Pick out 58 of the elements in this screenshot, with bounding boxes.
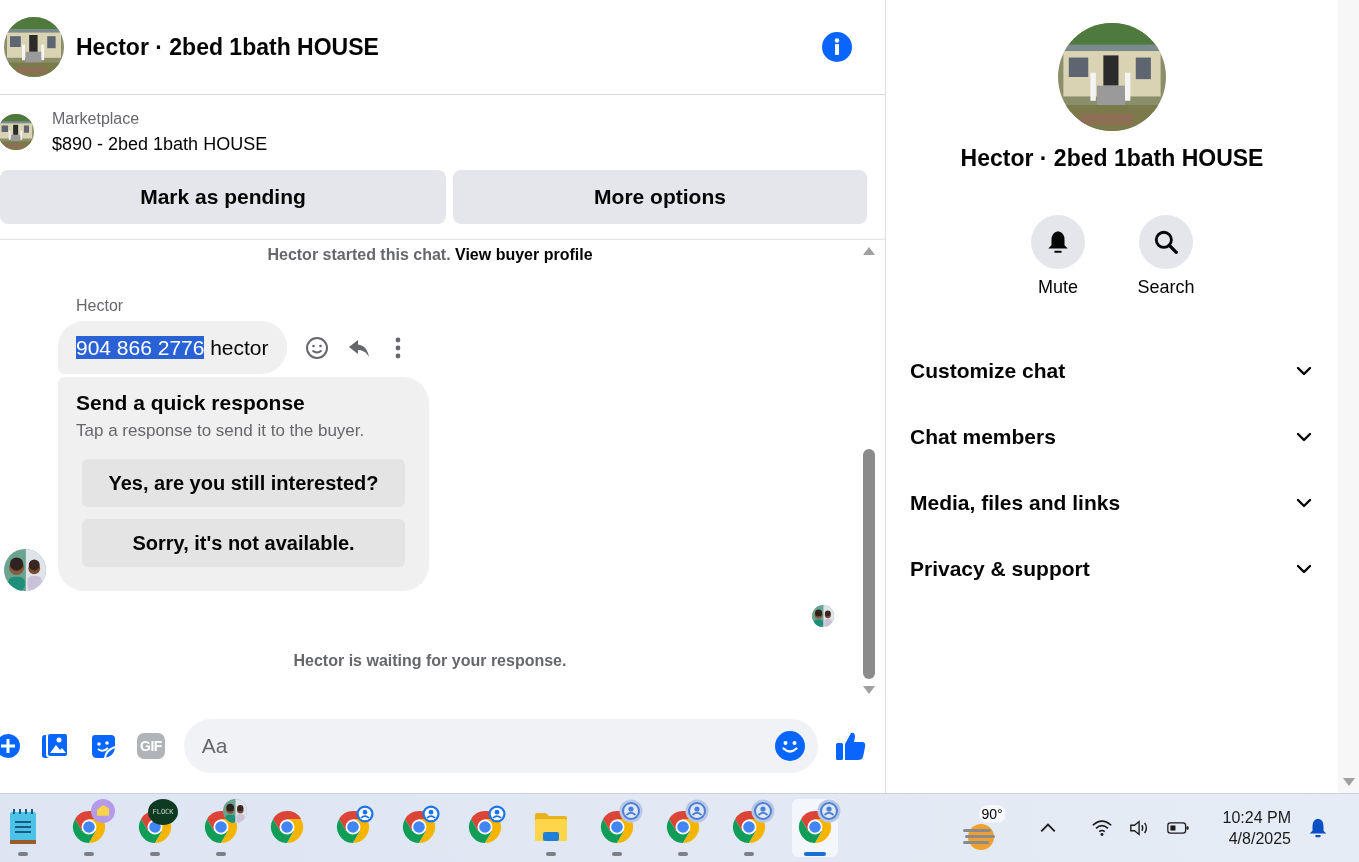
profile-icon [488, 804, 506, 823]
chat-title: Hector · 2bed 1bath HOUSE [76, 33, 380, 61]
clock-date[interactable]: 4/8/2025 [1228, 829, 1291, 848]
emoji-icon[interactable] [774, 731, 805, 761]
listing-action-button[interactable]: More options [453, 170, 867, 224]
message-text: hector [210, 336, 269, 359]
profile-icon [817, 798, 841, 823]
scroll-up-icon[interactable] [862, 246, 876, 256]
buyer-profile-link[interactable]: View buyer profile [455, 246, 593, 263]
section-label: Privacy & support [910, 557, 1090, 581]
sender-name: Hector [76, 297, 124, 315]
section-label: Media, files and links [910, 491, 1121, 515]
temperature: 90° [978, 805, 1006, 823]
sticker-icon[interactable] [89, 732, 117, 760]
photo-icon[interactable] [41, 732, 69, 760]
section-label: Chat members [910, 425, 1056, 449]
message-input[interactable]: Aa [183, 719, 818, 773]
action-label: Search [1137, 277, 1195, 298]
listing-label: Marketplace [52, 109, 141, 128]
plus-icon[interactable] [0, 733, 21, 759]
mute-button[interactable] [1031, 215, 1085, 269]
section-row[interactable]: Customize chat [886, 338, 1338, 404]
section-label: Customize chat [910, 359, 1066, 383]
thumbs-up-icon[interactable] [834, 730, 867, 762]
quick-response-hint: Tap a response to send it to the buyer. [76, 421, 365, 441]
waiting-status: Hector is waiting for your response. [292, 652, 568, 670]
section-row[interactable]: Media, files and links [886, 470, 1338, 536]
weather-widget[interactable]: 90° [960, 805, 1017, 851]
section-row[interactable]: Chat members [886, 404, 1338, 470]
listing-action-button[interactable]: Mark as pending [0, 170, 446, 224]
notification-bell-icon[interactable] [1307, 816, 1329, 840]
profile-icon [356, 804, 374, 823]
profile-icon [751, 798, 775, 823]
scrollbar-thumb[interactable] [863, 449, 875, 679]
chat-intro: Hector started this chat. View buyer profile [266, 246, 594, 264]
search-button[interactable] [1139, 215, 1193, 269]
info-icon[interactable] [822, 32, 852, 62]
profile-icon [685, 798, 709, 823]
browser-icon [269, 808, 305, 845]
quick-response-button[interactable]: Sorry, it's not available. [82, 519, 405, 567]
profile-icon [619, 798, 643, 823]
quick-response-title: Send a quick response [76, 391, 305, 415]
conversation-title: Hector · 2bed 1bath HOUSE [960, 145, 1264, 172]
action-label: Mute [1038, 277, 1078, 298]
clock-time[interactable]: 10:24 PM [1222, 808, 1291, 827]
chevron-up-icon[interactable] [1038, 822, 1057, 834]
profile-icon [422, 804, 440, 823]
wifi-icon[interactable] [1090, 818, 1113, 838]
scroll-down-icon[interactable] [862, 685, 876, 695]
listing-title: $890 - 2bed 1bath HOUSE [52, 133, 268, 155]
search-icon [1153, 229, 1179, 255]
quick-response-button[interactable]: Yes, are you still interested? [82, 459, 405, 507]
section-row[interactable]: Privacy & support [886, 536, 1338, 602]
message-text: 904 866 2776 [76, 336, 205, 359]
puzzle-badge-icon [91, 798, 115, 823]
bell-icon [1045, 229, 1071, 255]
smiley-icon[interactable] [304, 335, 329, 360]
weather-icon [960, 821, 997, 851]
